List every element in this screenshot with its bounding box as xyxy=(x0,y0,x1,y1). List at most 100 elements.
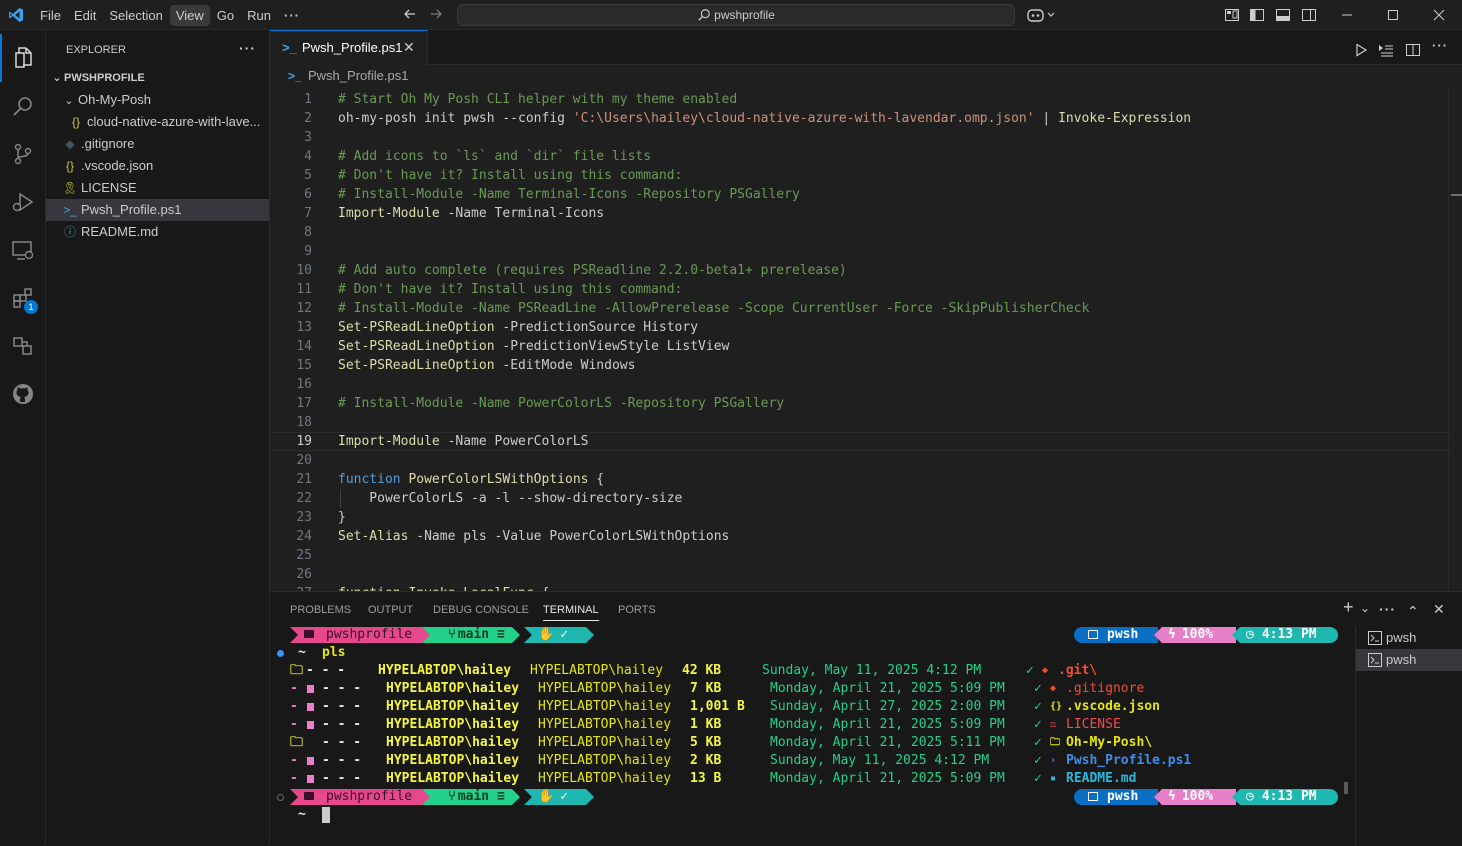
run-icon[interactable] xyxy=(1353,42,1369,58)
check-icon: ✓ xyxy=(1034,771,1042,786)
close-panel-icon[interactable]: ✕ xyxy=(1433,601,1445,618)
line-number: 6 xyxy=(304,187,312,202)
new-terminal-button[interactable]: + xyxy=(1343,597,1354,618)
entry-size: 1 KB xyxy=(690,717,722,732)
terminal-instance[interactable]: pwsh xyxy=(1356,649,1462,671)
activity-remote-explorer[interactable] xyxy=(0,226,45,274)
arrow-right-icon[interactable] xyxy=(428,6,444,22)
toggle-panel-icon[interactable] xyxy=(1275,7,1291,23)
code-token: } xyxy=(338,510,346,525)
command-center-search[interactable]: pwshprofile xyxy=(457,4,1015,26)
code-line: 5 # Don't have it? Install using this com… xyxy=(270,166,1450,185)
tree-item[interactable]: >_ Pwsh_Profile.ps1 xyxy=(46,199,269,221)
scrollbar-thumb[interactable] xyxy=(1344,782,1348,794)
menu-run[interactable]: Run xyxy=(241,5,277,26)
tree-item[interactable]: {} .vscode.json xyxy=(46,155,269,177)
code-text: Import-Module -Name Terminal-Icons xyxy=(338,204,604,223)
toggle-primary-sidebar-icon[interactable] xyxy=(1249,7,1265,23)
check-icon: ✓ xyxy=(1034,681,1042,696)
copilot-icon[interactable] xyxy=(1027,7,1057,23)
vscode-logo-icon[interactable] xyxy=(8,7,24,23)
editor-scrollbar[interactable] xyxy=(1448,87,1462,591)
entry-group: HYPELABTOP\hailey xyxy=(538,681,672,696)
activity-run-debug[interactable] xyxy=(0,178,45,226)
terminal-cursor[interactable] xyxy=(322,807,330,823)
prompt-shell-segment: pwsh xyxy=(1074,627,1158,643)
run-selection-icon[interactable] xyxy=(1378,42,1394,58)
prompt-branch: main ≡ xyxy=(457,627,505,642)
prompt-battery-segment: ϟ 100% xyxy=(1154,627,1236,643)
tab-output[interactable]: OUTPUT xyxy=(368,604,413,616)
code-line: 25 xyxy=(270,546,1450,565)
code-editor[interactable]: 1 # Start Oh My Posh CLI helper with my t… xyxy=(270,87,1462,591)
ps1-file-icon: >_ xyxy=(63,203,77,217)
tab-debug-console[interactable]: DEBUG CONSOLE xyxy=(433,604,529,616)
code-line: 3 xyxy=(270,128,1450,147)
line-number: 8 xyxy=(304,225,312,240)
editor-more-button[interactable]: ··· xyxy=(1432,38,1448,54)
menu-more-button[interactable]: ··· xyxy=(278,5,306,26)
check-icon: ✓ xyxy=(1026,663,1034,678)
tree-item[interactable]: {} cloud-native-azure-with-lave... xyxy=(46,111,269,133)
activity-search[interactable] xyxy=(0,82,45,130)
line-number: 7 xyxy=(304,206,312,221)
customize-layout-icon[interactable] xyxy=(1224,7,1240,23)
explorer-title: EXPLORER xyxy=(66,44,126,56)
tab-problems[interactable]: PROBLEMS xyxy=(290,604,351,616)
entry-group: HYPELABTOP\hailey xyxy=(538,717,672,732)
code-text: # Start Oh My Posh CLI helper with my th… xyxy=(338,90,737,109)
code-token: # Install-Module -Name Terminal-Icons -R… xyxy=(338,187,800,202)
activity-github[interactable] xyxy=(0,370,45,418)
menu-go[interactable]: Go xyxy=(211,5,240,26)
tree-item[interactable]: 🎗 LICENSE xyxy=(46,177,269,199)
tab-ports[interactable]: PORTS xyxy=(618,604,656,616)
toggle-secondary-sidebar-icon[interactable] xyxy=(1301,7,1317,23)
code-text: # Install-Module -Name PowerColorLS -Rep… xyxy=(338,394,784,413)
remote-explorer-icon xyxy=(11,241,33,260)
arrow-left-icon[interactable] xyxy=(402,6,418,22)
menu-edit[interactable]: Edit xyxy=(68,5,102,26)
tab-pwsh-profile[interactable]: >_ Pwsh_Profile.ps1 ✕ xyxy=(270,30,428,65)
minimize-button[interactable] xyxy=(1324,0,1370,30)
entry-mode: - - - xyxy=(322,771,362,786)
activity-containers[interactable] xyxy=(0,322,45,370)
tree-item[interactable]: ⌄ Oh-My-Posh xyxy=(46,89,269,111)
maximize-button[interactable] xyxy=(1370,0,1416,30)
entry-date: Monday, April 21, 2025 5:09 PM xyxy=(770,771,1005,786)
explorer-more-button[interactable]: ··· xyxy=(239,40,256,56)
maximize-icon xyxy=(1388,10,1398,20)
menu-view[interactable]: View xyxy=(169,4,210,26)
entry-group: HYPELABTOP\hailey xyxy=(538,771,672,786)
menu-file[interactable]: File xyxy=(34,5,67,26)
workspace-root[interactable]: ⌄ PWSHPROFILE xyxy=(46,67,269,89)
close-window-button[interactable] xyxy=(1416,0,1462,30)
panel-more-button[interactable]: ··· xyxy=(1379,601,1396,617)
terminal-instance[interactable]: pwsh xyxy=(1356,627,1462,649)
activity-explorer[interactable] xyxy=(0,34,45,82)
code-token: # Add auto complete (requires PSReadline… xyxy=(338,263,847,278)
tree-item-label: README.md xyxy=(81,224,159,239)
menu-selection[interactable]: Selection xyxy=(103,5,168,26)
tree-item[interactable]: ◆ .gitignore xyxy=(46,133,269,155)
activity-source-control[interactable] xyxy=(0,130,45,178)
tree-item[interactable]: ⓘ README.md xyxy=(46,221,269,243)
tab-terminal[interactable]: TERMINAL xyxy=(543,604,599,621)
code-token: -Name PowerColorLS xyxy=(439,434,589,449)
breadcrumb-file[interactable]: Pwsh_Profile.ps1 xyxy=(308,65,408,87)
listing-row: - - - - HYPELABTOP\hailey HYPELABTOP\hailey… xyxy=(270,680,1342,698)
code-token: -Name Terminal-Icons xyxy=(439,206,605,221)
entry-mode: - - - xyxy=(306,663,346,678)
entry-mode: - - - xyxy=(322,681,362,696)
close-icon[interactable]: ✕ xyxy=(403,31,415,64)
entry-icon: › xyxy=(1050,755,1057,766)
maximize-panel-icon[interactable]: ⌃ xyxy=(1407,603,1419,620)
activity-extensions[interactable]: 1 xyxy=(0,274,45,322)
terminal[interactable]: pwshprofile ⑂ main ≡ ✋ ✓ pwsh ϟ 100% ◷ 4:13 PM ~ pl… xyxy=(270,626,1342,846)
chevron-down-icon[interactable]: ⌄ xyxy=(1360,601,1370,615)
terminal-scrollbar[interactable] xyxy=(1343,626,1349,826)
code-token: # Add icons to `ls` and `dir` file lists xyxy=(338,149,652,164)
folder-icon xyxy=(304,792,314,800)
entry-size: 2 KB xyxy=(690,753,722,768)
split-editor-icon[interactable] xyxy=(1405,42,1421,58)
line-number: 25 xyxy=(296,548,312,563)
